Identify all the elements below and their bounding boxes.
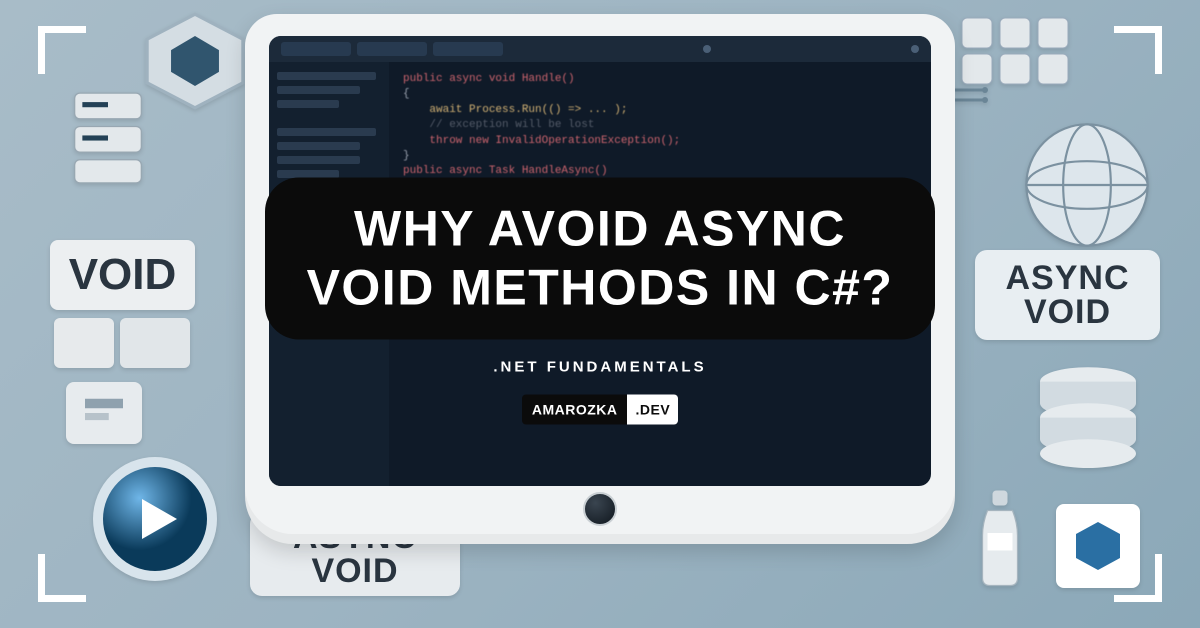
window-control-icon: [911, 45, 919, 53]
brand-right: .DEV: [627, 395, 678, 425]
editor-tab: [433, 42, 503, 56]
headline-line-1: WHY AVOID ASYNC: [354, 201, 846, 257]
editor-tab: [281, 42, 351, 56]
monitor-home-button-icon: [583, 492, 617, 526]
play-button-icon: [90, 454, 220, 584]
main-headline: WHY AVOID ASYNC VOID METHODS IN C#?: [265, 178, 936, 340]
brand-badge: AMAROZKA .DEV: [522, 395, 678, 425]
async-left-line2: VOID: [311, 554, 398, 588]
headline-group: WHY AVOID ASYNC VOID METHODS IN C#? .NET…: [0, 178, 1200, 425]
frame-corner-tr: [1114, 26, 1162, 74]
editor-titlebar: [269, 36, 931, 62]
subtitle: .NET FUNDAMENTALS: [493, 360, 706, 375]
hexagon-tile-br-icon: [1056, 504, 1140, 588]
headline-line-2: VOID METHODS IN C#?: [307, 260, 894, 316]
server-rack-icon: [66, 88, 150, 188]
editor-tab: [357, 42, 427, 56]
bottle-icon: [970, 488, 1030, 588]
hexagon-gem-icon: [140, 12, 250, 110]
window-control-icon: [703, 45, 711, 53]
frame-corner-bl: [38, 554, 86, 602]
frame-corner-tl: [38, 26, 86, 74]
brand-left: AMAROZKA: [522, 395, 628, 425]
